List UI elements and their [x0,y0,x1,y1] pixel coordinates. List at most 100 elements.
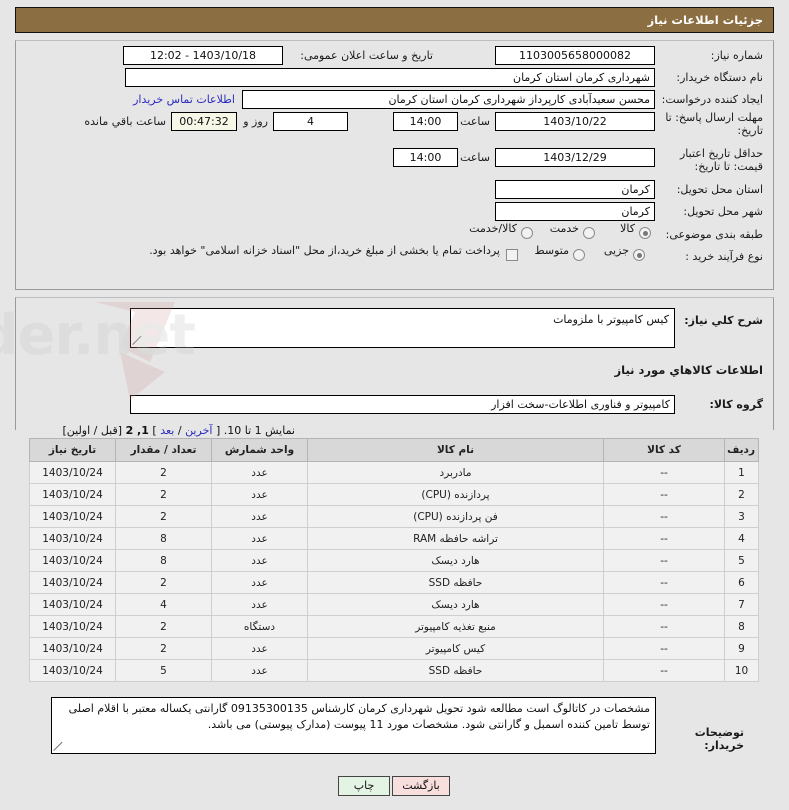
col-row: ردیف [724,438,759,462]
cell-qty: 2 [115,505,212,528]
cell-row: 8 [724,615,759,638]
price-validity-label: حداقل تاریخ اعتبار قیمت: تا تاریخ: [679,147,763,173]
pagination-bracket-open: [ [215,424,221,437]
resize-grip-icon[interactable] [132,335,143,346]
price-validity-time-field[interactable]: 14:00 [393,148,458,167]
time-remaining-label: ساعت باقي مانده [84,115,166,128]
cell-qty: 8 [115,527,212,550]
cell-name: هارد دیسک [307,593,604,616]
cell-unit: عدد [211,593,308,616]
classification-radio-service[interactable] [583,227,595,239]
cell-unit: عدد [211,637,308,660]
cell-qty: 2 [115,615,212,638]
table-row: 8 -- منبع تغذیه کامپیوتر دستگاه 2 1403/10/24 [29,615,759,638]
price-validity-date-field[interactable]: 1403/12/29 [495,148,655,167]
col-unit: واحد شمارش [211,438,308,462]
delivery-province-field[interactable]: کرمان [495,180,655,199]
response-hour-label: ساعت [460,115,490,128]
cell-name: مادربرد [307,461,604,484]
purchase-type-label: نوع فرآیند خرید : [685,250,763,263]
pagination-pages[interactable]: 1, 2 [126,424,149,437]
cell-date: 1403/10/24 [29,483,116,506]
buyer-notes-text: مشخصات در کاتالوگ است مطالعه شود تحویل ش… [68,702,650,731]
creator-label: ایجاد کننده درخواست: [661,93,763,106]
cell-qty: 2 [115,637,212,660]
cell-code: -- [603,615,725,638]
treasury-documents-label: پرداخت تمام یا بخشی از مبلغ خرید،از محل … [149,244,500,257]
cell-code: -- [603,593,725,616]
purchase-type-radio-medium[interactable] [573,249,585,261]
classification-radio-goods-service[interactable] [521,227,533,239]
pagination-last-link[interactable]: آخرین [185,424,212,437]
table-row: 2 -- پردازنده (CPU) عدد 2 1403/10/24 [29,483,759,506]
back-button[interactable]: بازگشت [392,776,450,796]
buyer-notes-textarea[interactable]: مشخصات در کاتالوگ است مطالعه شود تحویل ش… [51,697,656,754]
cell-unit: عدد [211,659,308,682]
response-deadline-date-field[interactable]: 1403/10/22 [495,112,655,131]
resize-grip-icon-notes[interactable] [53,741,64,752]
creator-field[interactable]: محسن سعیدآبادی کارپرداز شهرداری کرمان اس… [242,90,655,109]
page-root: AriaTender.net جزئیات اطلاعات نیاز شماره… [0,0,789,810]
table-row: 6 -- حافظه SSD عدد 2 1403/10/24 [29,571,759,594]
cell-row: 7 [724,593,759,616]
cell-row: 6 [724,571,759,594]
treasury-documents-checkbox[interactable] [506,249,518,261]
cell-name: هارد دیسک [307,549,604,572]
table-row: 4 -- تراشه حافظه RAM عدد 8 1403/10/24 [29,527,759,550]
purchase-type-radio-minor[interactable] [633,249,645,261]
cell-date: 1403/10/24 [29,593,116,616]
classification-option-service: خدمت [549,222,579,235]
need-summary-text: کیس کامپیوتر با ملزومات [553,313,669,326]
classification-option-goods-service: کالا/خدمت [469,222,517,235]
cell-unit: عدد [211,549,308,572]
buyer-org-field[interactable]: شهرداری کرمان استان کرمان [125,68,655,87]
cell-qty: 4 [115,593,212,616]
cell-row: 1 [724,461,759,484]
table-row: 9 -- کیس کامپیوتر عدد 2 1403/10/24 [29,637,759,660]
response-deadline-label: مهلت ارسال پاسخ: تا تاریخ: [665,111,763,137]
pagination-prev-first: [قبل / اولین] [62,424,123,437]
classification-option-goods: کالا [620,222,635,235]
table-row: 1 -- مادربرد عدد 2 1403/10/24 [29,461,759,484]
cell-date: 1403/10/24 [29,461,116,484]
days-remaining-field[interactable]: 4 [273,112,348,131]
goods-group-label: گروه کالا: [709,398,763,411]
goods-section-heading: اطلاعات كالاهاي مورد نياز [614,363,763,377]
need-info-panel: شماره نیاز: 1103005658000082 تاریخ و ساع… [15,40,774,290]
pagination-next-link[interactable]: بعد [160,424,174,437]
classification-label: طبقه بندی موضوعی: [665,228,763,241]
table-row: 10 -- حافظه SSD عدد 5 1403/10/24 [29,659,759,682]
response-deadline-time-field[interactable]: 14:00 [393,112,458,131]
purchase-type-option-medium: متوسط [534,244,569,257]
cell-qty: 2 [115,571,212,594]
table-row: 7 -- هارد دیسک عدد 4 1403/10/24 [29,593,759,616]
goods-table: ردیف کد کالا نام کالا واحد شمارش تعداد /… [29,438,759,682]
goods-info-panel: شرح كلي نياز: کیس کامپیوتر با ملزومات اط… [15,297,774,430]
col-name: نام کالا [307,438,604,462]
cell-date: 1403/10/24 [29,527,116,550]
cell-unit: عدد [211,527,308,550]
cell-qty: 2 [115,483,212,506]
pagination-sep1: / [177,424,182,437]
table-row: 5 -- هارد دیسک عدد 8 1403/10/24 [29,549,759,572]
cell-row: 5 [724,549,759,572]
public-announce-field[interactable]: 1403/10/18 - 12:02 [123,46,283,65]
buyer-notes-label: توضیحات خریدار: [694,726,744,752]
cell-row: 9 [724,637,759,660]
cell-code: -- [603,571,725,594]
cell-date: 1403/10/24 [29,659,116,682]
need-summary-textarea[interactable]: کیس کامپیوتر با ملزومات [130,308,675,348]
need-number-field[interactable]: 1103005658000082 [495,46,655,65]
need-number-label: شماره نیاز: [710,49,763,62]
cell-date: 1403/10/24 [29,637,116,660]
classification-radio-goods[interactable] [639,227,651,239]
print-button[interactable]: چاپ [338,776,390,796]
buyer-contact-link[interactable]: اطلاعات تماس خریدار [133,90,235,109]
need-summary-label: شرح كلي نياز: [684,314,763,327]
cell-name: حافظه SSD [307,571,604,594]
cell-code: -- [603,527,725,550]
cell-code: -- [603,461,725,484]
goods-group-field[interactable]: کامپیوتر و فناوری اطلاعات-سخت افزار [130,395,675,414]
pagination: نمایش 1 تا 10. [ آخرین / بعد ] 1, 2 [قبل… [62,424,295,437]
page-title: جزئیات اطلاعات نیاز [15,7,774,33]
